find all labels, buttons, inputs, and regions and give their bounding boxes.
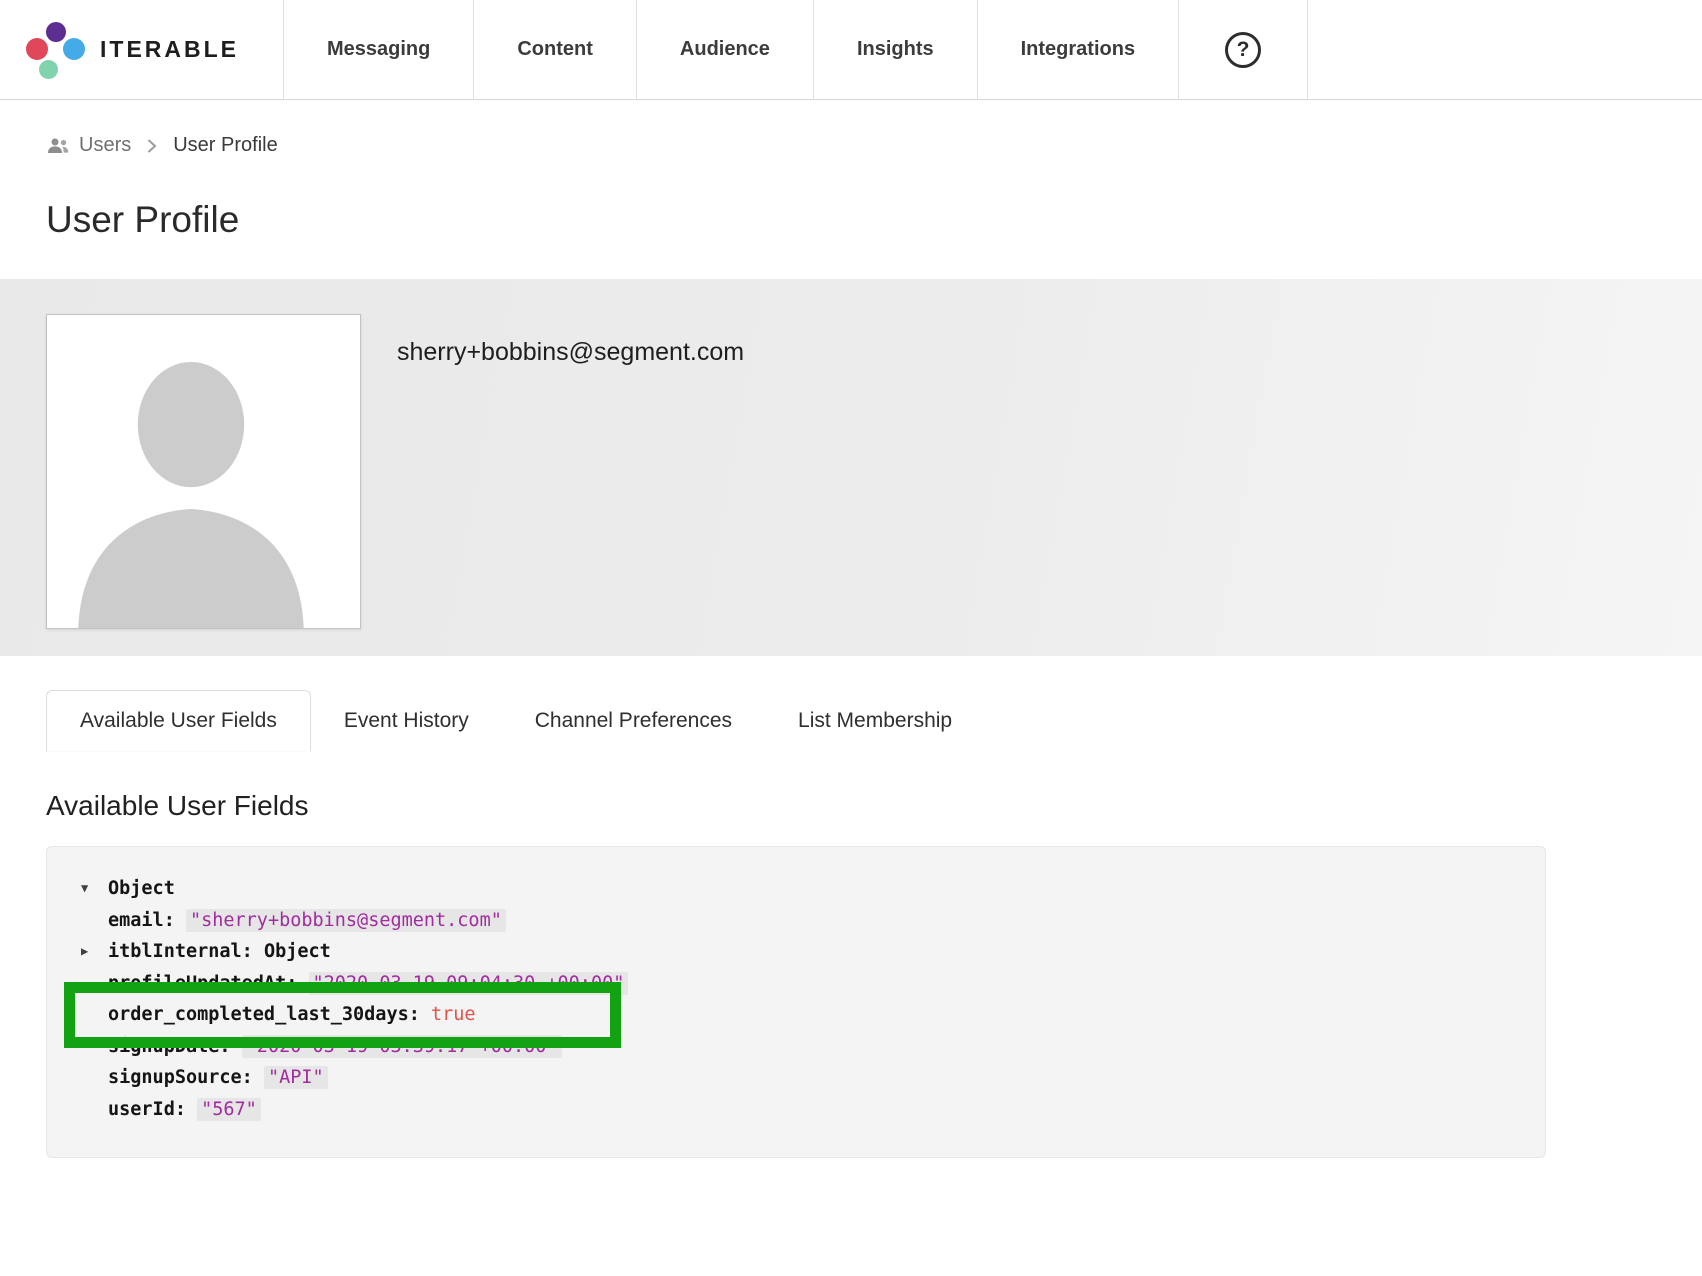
tab-channel-preferences[interactable]: Channel Preferences [502, 690, 765, 752]
avatar-silhouette-icon [47, 315, 360, 628]
field-key: itblInternal [108, 941, 242, 962]
field-row-itblinternal: ▶itblInternal: Object [81, 936, 1525, 968]
profile-summary: sherry+bobbins@segment.com [0, 279, 1702, 656]
field-value: Object [264, 941, 331, 962]
avatar [46, 314, 361, 629]
field-key: userId [108, 1099, 175, 1120]
users-icon [46, 137, 70, 155]
expand-arrow-icon[interactable]: ▶ [81, 936, 108, 968]
field-key: order_completed_last_30days [108, 1004, 409, 1025]
field-key: profileUpdatedAt [108, 973, 286, 994]
field-row-signupdate: signupDate: "2020-03-19 03:39:17 +00:00" [81, 1031, 1525, 1063]
user-fields-panel: ▼Object email: "sherry+bobbins@segment.c… [46, 846, 1546, 1158]
field-row-profileupdatedat: profileUpdatedAt: "2020-03-19 09:04:30 +… [81, 968, 1525, 1000]
profile-tabs: Available User Fields Event History Chan… [46, 690, 1702, 752]
iterable-logo-icon [26, 21, 84, 79]
iterable-logo[interactable]: ITERABLE [0, 0, 283, 99]
help-button[interactable]: ? [1178, 0, 1308, 99]
user-email: sherry+bobbins@segment.com [397, 338, 744, 656]
key-separator: : [286, 973, 308, 994]
nav-item-messaging[interactable]: Messaging [283, 0, 473, 99]
key-separator: : [409, 1004, 431, 1025]
field-key: signupSource [108, 1067, 242, 1088]
field-row-signupsource: signupSource: "API" [81, 1062, 1525, 1094]
field-value: "sherry+bobbins@segment.com" [186, 909, 506, 932]
top-nav: ITERABLE Messaging Content Audience Insi… [0, 0, 1702, 100]
key-separator: : [242, 1067, 264, 1088]
collapse-arrow-icon[interactable]: ▼ [81, 873, 108, 905]
page-title: User Profile [46, 199, 1702, 241]
field-value: "567" [197, 1098, 261, 1121]
chevron-right-icon [147, 138, 157, 154]
field-row-email: email: "sherry+bobbins@segment.com" [81, 905, 1525, 937]
field-value: true [431, 1004, 476, 1025]
key-separator: : [164, 910, 186, 931]
field-value: "API" [264, 1066, 328, 1089]
section-heading: Available User Fields [46, 790, 1702, 822]
field-row-order-completed-last-30days: order_completed_last_30days: true [81, 999, 1525, 1031]
tree-root-label: Object [108, 878, 175, 899]
tab-available-user-fields[interactable]: Available User Fields [46, 690, 311, 752]
field-value: "2020-03-19 03:39:17 +00:00" [242, 1035, 562, 1058]
fields-tree: ▼Object email: "sherry+bobbins@segment.c… [46, 846, 1546, 1158]
breadcrumb-users-label: Users [79, 134, 131, 157]
tab-event-history[interactable]: Event History [311, 690, 502, 752]
breadcrumb-users-link[interactable]: Users [46, 134, 131, 157]
key-separator: : [219, 1036, 241, 1057]
field-value: "2020-03-19 09:04:30 +00:00" [309, 972, 629, 995]
nav-item-content[interactable]: Content [473, 0, 636, 99]
breadcrumb: Users User Profile [46, 134, 1702, 157]
tab-list-membership[interactable]: List Membership [765, 690, 985, 752]
nav-item-insights[interactable]: Insights [813, 0, 977, 99]
field-row-userid: userId: "567" [81, 1094, 1525, 1126]
nav-item-integrations[interactable]: Integrations [977, 0, 1178, 99]
brand-wordmark: ITERABLE [100, 36, 239, 63]
key-separator: : [175, 1099, 197, 1120]
breadcrumb-current: User Profile [173, 134, 277, 157]
nav-item-audience[interactable]: Audience [636, 0, 813, 99]
field-key: email [108, 910, 164, 931]
field-key: signupDate [108, 1036, 219, 1057]
key-separator: : [242, 941, 264, 962]
help-icon: ? [1225, 32, 1261, 68]
tree-root-row: ▼Object [81, 873, 1525, 905]
